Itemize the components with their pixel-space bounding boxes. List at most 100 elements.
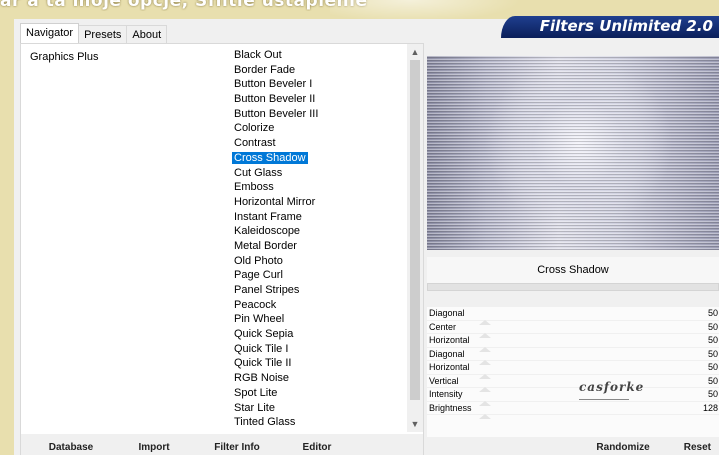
import-button[interactable]: Import (121, 441, 187, 455)
preview-button-bar: Randomize Reset (427, 439, 719, 455)
filter-item[interactable]: Metal Border (224, 239, 414, 254)
parameter-name: Horizontal (429, 362, 470, 372)
parameter-name: Intensity (429, 389, 463, 399)
parameter-name: Center (429, 321, 457, 332)
filter-item[interactable]: Pin Wheel (224, 312, 414, 327)
filter-item[interactable]: Horizontal Mirror (224, 195, 414, 210)
filter-item[interactable]: Button Beveler II (224, 92, 414, 107)
filter-item-label: Instant Frame (234, 210, 302, 223)
navigator-panel: Graphics Plus Black Out Border Fade Button… (20, 43, 424, 455)
filter-item[interactable]: Page Curl (224, 268, 414, 283)
parameter-value: 50 (707, 321, 718, 332)
filter-preview-image (427, 56, 719, 250)
filter-item-label: Cross Shadow (232, 151, 308, 164)
filter-item-label: Emboss (234, 181, 274, 194)
filter-item-label: Button Beveler II (234, 93, 316, 106)
filter-item[interactable]: Spot Lite (224, 386, 414, 401)
filter-item[interactable]: Peacock (224, 298, 414, 313)
filter-item[interactable]: Button Beveler III (224, 107, 414, 122)
parameter-slider-row[interactable]: Diagonal 50 (427, 348, 719, 365)
filter-item[interactable]: Panel Stripes (224, 283, 414, 298)
parameter-slider-row[interactable]: Brightness 128 (427, 402, 719, 419)
filter-item[interactable]: Colorize (224, 121, 414, 136)
randomize-button[interactable]: Randomize (596, 441, 649, 455)
filter-item[interactable]: Quick Tile II (224, 356, 414, 371)
filter-item[interactable]: Cut Glass (224, 166, 414, 181)
parameter-slider-row[interactable]: Intensity 50 (427, 388, 719, 406)
parameter-slider-row[interactable]: Horizontal 50 (427, 361, 719, 379)
filter-item-label: Button Beveler III (234, 107, 319, 120)
parameter-name: Diagonal (429, 348, 465, 359)
app-title-banner: Filters Unlimited 2.0 (501, 16, 719, 38)
filter-item-label: Star Lite (234, 401, 275, 414)
parameter-value: 50 (707, 362, 718, 372)
filter-item-label: RGB Noise (234, 372, 290, 385)
filter-item[interactable]: Kaleidoscope (224, 224, 414, 239)
filter-item-label: Contrast (234, 137, 276, 150)
parameter-slider-row[interactable]: Diagonal 50 (427, 307, 719, 325)
filter-list-scrollbar[interactable]: ▲ ▼ (407, 44, 423, 432)
filter-list[interactable]: Black Out Border Fade Button Beveler I Butt… (224, 44, 414, 432)
parameter-name: Horizontal (429, 335, 470, 345)
tab-about[interactable]: About (126, 25, 168, 43)
navigator-button-bar: Database Import Filter Info Editor (21, 434, 423, 455)
filter-item-label: Colorize (234, 122, 275, 135)
filter-item[interactable]: Old Photo (224, 254, 414, 269)
selected-filter-title: Cross Shadow (427, 257, 719, 283)
filter-item[interactable]: Vertical Blinds (224, 430, 414, 432)
tab-navigator[interactable]: Navigator (20, 23, 80, 43)
filter-item[interactable]: Contrast (224, 136, 414, 151)
filter-item[interactable]: Tinted Glass (224, 415, 414, 430)
editor-button[interactable]: Editor (287, 441, 347, 455)
tab-strip: Navigator Presets About (20, 23, 168, 43)
filter-item-label: Cut Glass (234, 166, 283, 179)
reset-button[interactable]: Reset (684, 441, 711, 455)
chevron-up-icon[interactable]: ▲ (407, 44, 423, 60)
parameter-value: 128 (702, 402, 718, 413)
filter-item[interactable]: Cross Shadow (224, 151, 414, 166)
slider-thumb-icon[interactable] (479, 414, 491, 419)
category-item[interactable]: Graphics Plus (30, 50, 216, 64)
filter-item-label: Horizontal Mirror (234, 195, 316, 208)
filter-item[interactable]: Quick Tile I (224, 342, 414, 357)
filter-item[interactable]: Star Lite (224, 401, 414, 416)
filter-item[interactable]: Border Fade (224, 63, 414, 78)
filter-item-label: Kaleidoscope (234, 225, 301, 238)
filter-item-label: Tinted Glass (234, 416, 296, 429)
filter-info-button[interactable]: Filter Info (187, 441, 287, 455)
filter-item-label: Panel Stripes (234, 284, 300, 296)
filter-item-label: Quick Tile I (234, 342, 289, 355)
filter-item-label: Old Photo (234, 254, 283, 267)
parameter-name: Vertical (429, 375, 459, 386)
watermark-signature: casforke (579, 380, 643, 400)
filter-item[interactable]: Button Beveler I (224, 77, 414, 92)
parameter-value: 50 (707, 375, 718, 386)
parameter-slider-row[interactable]: Center 50 (427, 321, 719, 338)
database-button[interactable]: Database (21, 441, 121, 455)
filter-item-label: Quick Tile II (234, 357, 292, 370)
filter-item-label: Page Curl (234, 269, 283, 282)
filter-item[interactable]: Quick Sepia (224, 327, 414, 342)
filter-item-label: Button Beveler I (234, 78, 313, 91)
parameter-value: 50 (707, 348, 718, 359)
chevron-down-icon[interactable]: ▼ (407, 416, 423, 432)
parameter-value: 50 (707, 308, 718, 318)
parameter-name: Diagonal (429, 308, 465, 318)
filter-item-label: Black Out (234, 49, 282, 61)
parameter-name: Brightness (429, 402, 472, 413)
parameter-slider-row[interactable]: Vertical 50 (427, 375, 719, 392)
category-list[interactable]: Graphics Plus (21, 44, 216, 432)
filter-item-label: Vertical Blinds (232, 431, 305, 432)
filter-item[interactable]: Emboss (224, 180, 414, 195)
tab-presets[interactable]: Presets (78, 25, 128, 43)
filter-item-label: Spot Lite (234, 386, 278, 399)
scrollbar-thumb[interactable] (410, 60, 420, 400)
filter-item[interactable]: Instant Frame (224, 210, 414, 225)
filters-unlimited-window: Filters Unlimited 2.0 Navigator Presets … (14, 16, 719, 455)
filter-item[interactable]: Black Out (224, 48, 414, 63)
parameter-slider-row[interactable]: Horizontal 50 (427, 334, 719, 352)
divider-bar (427, 283, 719, 291)
filter-item[interactable]: RGB Noise (224, 371, 414, 386)
parameter-value: 50 (707, 335, 718, 345)
parameter-value: 50 (707, 389, 718, 399)
